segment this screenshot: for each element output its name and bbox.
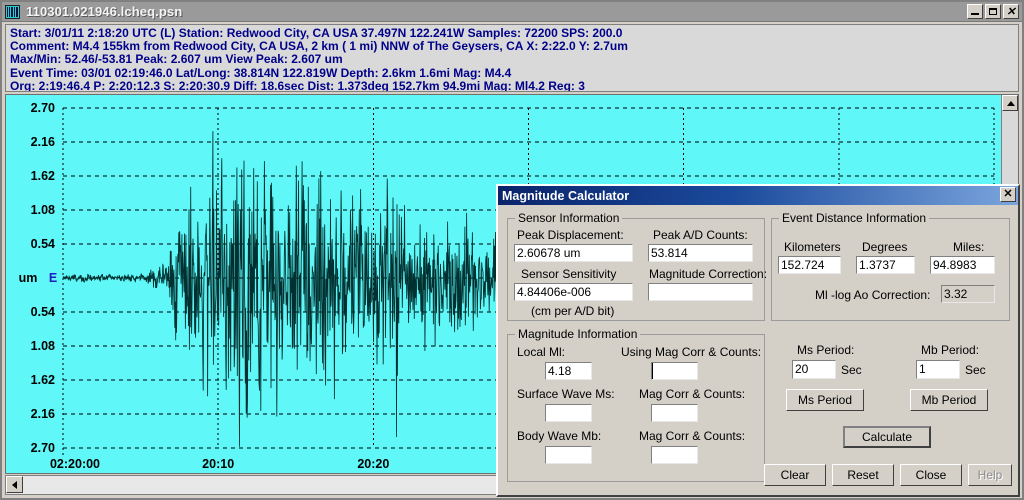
dialog-close-icon[interactable]: ✕ (1000, 187, 1016, 202)
magnitude-calculator-dialog: Magnitude Calculator ✕ Sensor Informatio… (496, 184, 1020, 497)
body-wave-mb-field[interactable] (545, 446, 592, 464)
ms-period-field[interactable]: 20 (792, 360, 836, 379)
info-line-event: Event Time: 03/01 02:19:46.0 Lat/Long: 3… (10, 65, 512, 80)
window-title: 110301.021946.lcheq.psn (26, 4, 183, 19)
svg-text:1.62: 1.62 (31, 373, 55, 387)
scroll-up-button[interactable] (1002, 95, 1018, 111)
magnitude-correction-field[interactable] (648, 283, 753, 301)
surface-wave-ms-label: Surface Wave Ms: (517, 387, 615, 401)
sensor-sensitivity-field[interactable]: 4.84406e-006 (514, 283, 633, 301)
body-mag-corr-label: Mag Corr & Counts: (639, 429, 746, 443)
info-line-origin: Org: 2:19:46.4 P: 2:20:12.3 S: 2:20:30.9… (10, 78, 585, 92)
calculate-button[interactable]: Calculate (843, 426, 931, 448)
info-line-maxmin: Max/Min: 52.46/-53.81 Peak: 2.607 um Vie… (10, 52, 343, 67)
sensor-sensitivity-units: (cm per A/D bit) (531, 304, 615, 318)
peak-displacement-label: Peak Displacement: (517, 228, 624, 242)
body-mag-corr-field[interactable] (651, 446, 698, 464)
window-titlebar: 110301.021946.lcheq.psn ✕ (2, 2, 1022, 22)
svg-text:20:20: 20:20 (357, 457, 389, 471)
waveform-icon (5, 4, 20, 19)
ms-period-unit: Sec (841, 363, 862, 377)
mb-period-button[interactable]: Mb Period (910, 389, 988, 411)
svg-text:um: um (19, 271, 38, 285)
close-dialog-button[interactable]: Close (900, 464, 962, 486)
svg-text:1.62: 1.62 (31, 169, 55, 183)
svg-text:0.54: 0.54 (31, 237, 55, 251)
surface-mag-corr-field[interactable] (651, 404, 698, 422)
svg-text:2.16: 2.16 (31, 407, 55, 421)
kilometers-label: Kilometers (784, 240, 841, 254)
scroll-left-button[interactable] (6, 476, 23, 493)
peak-displacement-field[interactable]: 2.60678 um (514, 244, 633, 262)
using-mag-corr-field[interactable] (651, 362, 698, 380)
peak-ad-counts-field[interactable]: 53.814 (648, 244, 753, 262)
mb-period-label: Mb Period: (921, 343, 980, 357)
svg-text:1.08: 1.08 (31, 203, 55, 217)
dialog-title: Magnitude Calculator (502, 188, 630, 203)
log-ao-correction-field: 3.32 (941, 285, 995, 303)
ms-period-label: Ms Period: (797, 343, 855, 357)
event-distance-group: Event Distance Information Kilometers 15… (771, 211, 1010, 321)
svg-text:E: E (49, 271, 57, 285)
ms-period-button[interactable]: Ms Period (786, 389, 864, 411)
svg-text:2.70: 2.70 (31, 441, 55, 455)
kilometers-field[interactable]: 152.724 (778, 256, 841, 274)
surface-mag-corr-label: Mag Corr & Counts: (639, 387, 746, 401)
event-info-panel: Start: 3/01/11 2:18:20 UTC (L) Station: … (5, 24, 1019, 92)
window-controls: ✕ (967, 4, 1019, 19)
svg-text:1.08: 1.08 (31, 339, 55, 353)
svg-text:20:10: 20:10 (202, 457, 234, 471)
sensor-information-group: Sensor Information Peak Displacement: 2.… (507, 211, 768, 321)
mb-period-unit: Sec (965, 363, 986, 377)
maximize-button[interactable] (985, 4, 1001, 19)
miles-field[interactable]: 94.8983 (930, 256, 995, 274)
svg-text:2.16: 2.16 (31, 135, 55, 149)
svg-text:0.54: 0.54 (31, 305, 55, 319)
clear-button[interactable]: Clear (764, 464, 826, 486)
svg-text:02:20:00: 02:20:00 (50, 457, 100, 471)
peak-ad-counts-label: Peak A/D Counts: (653, 228, 748, 242)
application-window: 110301.021946.lcheq.psn ✕ Start: 3/01/11… (0, 0, 1024, 500)
close-button[interactable]: ✕ (1003, 4, 1019, 19)
body-wave-mb-label: Body Wave Mb: (517, 429, 602, 443)
event-distance-legend: Event Distance Information (779, 211, 930, 225)
local-ml-field[interactable]: 4.18 (545, 362, 592, 380)
surface-wave-ms-field[interactable] (545, 404, 592, 422)
sensor-information-legend: Sensor Information (515, 211, 623, 225)
mb-period-field[interactable]: 1 (916, 360, 960, 379)
help-button: Help (968, 464, 1012, 486)
magnitude-information-group: Magnitude Information Local Ml: 4.18 Sur… (507, 327, 765, 482)
log-ao-correction-label: Ml -log Ao Correction: (815, 288, 931, 302)
svg-text:2.70: 2.70 (31, 101, 55, 115)
sensor-sensitivity-label: Sensor Sensitivity (521, 267, 617, 281)
local-ml-label: Local Ml: (517, 345, 566, 359)
reset-button[interactable]: Reset (832, 464, 894, 486)
degrees-field[interactable]: 1.3737 (856, 256, 915, 274)
degrees-label: Degrees (862, 240, 908, 254)
minimize-button[interactable] (967, 4, 983, 19)
miles-label: Miles: (953, 240, 985, 254)
using-mag-corr-label: Using Mag Corr & Counts: (621, 345, 762, 359)
magnitude-information-legend: Magnitude Information (515, 327, 641, 341)
magnitude-correction-label: Magnitude Correction: (649, 267, 768, 281)
dialog-titlebar: Magnitude Calculator ✕ (498, 186, 1018, 205)
